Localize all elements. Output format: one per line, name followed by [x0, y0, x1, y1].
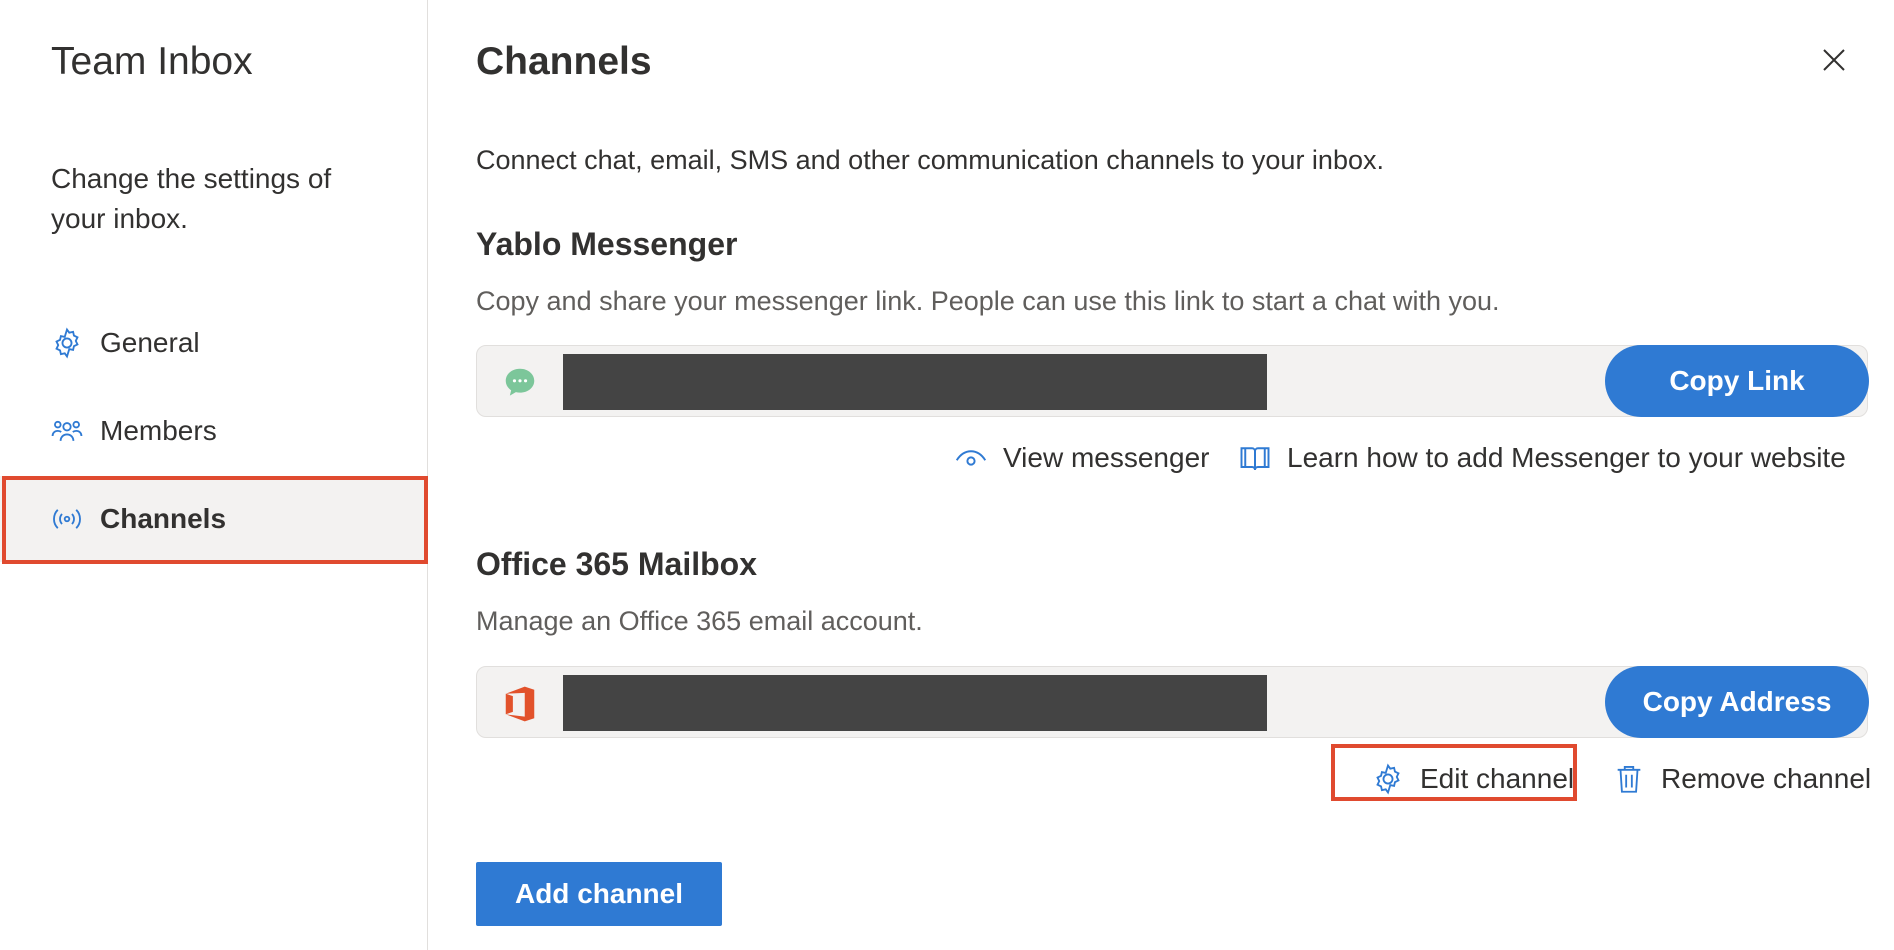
mailbox-description: Manage an Office 365 email account.: [476, 606, 923, 636]
main-panel: Channels Connect chat, email, SMS and ot…: [429, 0, 1894, 950]
learn-messenger-label: Learn how to add Messenger to your websi…: [1287, 442, 1846, 473]
copy-address-button[interactable]: Copy Address: [1605, 666, 1869, 738]
mailbox-address-field[interactable]: Copy Address: [476, 666, 1869, 738]
sidebar-title: Team Inbox: [51, 40, 253, 83]
chat-bubble-icon: [501, 364, 539, 402]
sidebar-description: Change the settings of your inbox.: [51, 163, 332, 234]
sidebar-item-general[interactable]: General: [0, 300, 428, 386]
redacted-address: [563, 675, 1267, 731]
edit-channel-link[interactable]: Edit channel: [1370, 761, 1574, 797]
redacted-link: [563, 354, 1267, 410]
eye-icon: [953, 440, 989, 476]
gear-icon: [50, 326, 84, 360]
page-title: Channels: [476, 40, 652, 83]
gear-icon: [1370, 761, 1406, 797]
sidebar-item-label: Channels: [100, 503, 227, 534]
mailbox-title: Office 365 Mailbox: [476, 546, 757, 582]
learn-messenger-link[interactable]: Learn how to add Messenger to your websi…: [1237, 440, 1846, 476]
remove-channel-label: Remove channel: [1661, 763, 1872, 794]
close-icon: [1823, 49, 1845, 71]
copy-link-button[interactable]: Copy Link: [1605, 345, 1869, 417]
sidebar-item-label: General: [100, 327, 200, 358]
view-messenger-label: View messenger: [1003, 442, 1210, 473]
sidebar: Team Inbox Change the settings of your i…: [0, 0, 428, 950]
book-icon: [1237, 440, 1273, 476]
view-messenger-link[interactable]: View messenger: [953, 440, 1209, 476]
add-channel-button[interactable]: Add channel: [476, 862, 722, 926]
broadcast-icon: [50, 502, 84, 536]
office-logo-icon: [501, 685, 539, 723]
trash-icon: [1611, 761, 1647, 797]
sidebar-item-channels[interactable]: Channels: [0, 476, 428, 562]
sidebar-item-members[interactable]: Members: [0, 388, 428, 474]
messenger-link-field[interactable]: Copy Link: [476, 345, 1869, 417]
messenger-title: Yablo Messenger: [476, 226, 738, 262]
messenger-description: Copy and share your messenger link. Peop…: [476, 286, 1500, 316]
edit-channel-label: Edit channel: [1420, 763, 1575, 794]
close-button[interactable]: [1814, 40, 1854, 80]
remove-channel-link[interactable]: Remove channel: [1611, 761, 1871, 797]
intro-text: Connect chat, email, SMS and other commu…: [476, 145, 1384, 175]
people-icon: [50, 414, 84, 448]
sidebar-item-label: Members: [100, 415, 217, 446]
